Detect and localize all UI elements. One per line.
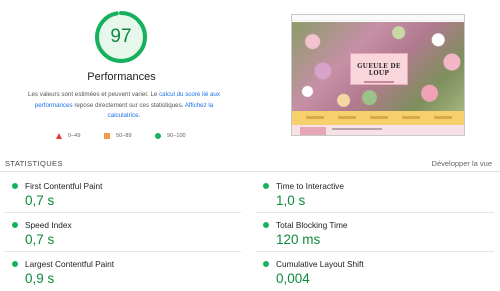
statistics-header: STATISTIQUES Développer la vue (0, 158, 500, 172)
preview-footer (292, 125, 464, 135)
description-text: Les valeurs sont estimées et peuvent var… (28, 91, 160, 98)
triangle-icon (56, 133, 62, 139)
metric-cumulative-layout-shift: Cumulative Layout Shift 0,004 (0, 252, 500, 291)
metric-name: Total Blocking Time (276, 220, 348, 230)
metric-value: 120 ms (276, 232, 321, 247)
preview-brand-card: GUEULE DE LOUP (350, 53, 408, 85)
metric-name: Time to Interactive (276, 181, 344, 191)
preview-yellow-strip (292, 111, 464, 125)
good-circle-icon (263, 261, 269, 267)
metric-name: Cumulative Layout Shift (276, 259, 364, 269)
metric-value: 1,0 s (276, 193, 306, 208)
page-screenshot-preview[interactable]: GUEULE DE LOUP (291, 14, 465, 136)
score-description: Les valeurs sont estimées et peuvent var… (18, 90, 230, 122)
good-circle-icon (263, 222, 269, 228)
preview-brand-name: GUEULE DE LOUP (357, 63, 401, 77)
description-text: repose directement sur ces statistiques. (72, 101, 185, 109)
legend-item-poor: 0–49 (56, 131, 80, 141)
statistics-label: STATISTIQUES (5, 159, 63, 168)
score-value: 97 (110, 26, 132, 47)
preview-text-line (332, 128, 382, 130)
performance-score-gauge: 97 (94, 10, 148, 64)
metric-value: 0,004 (276, 271, 310, 286)
legend-item-average: 50–89 (104, 131, 132, 141)
preview-thumbnail (300, 127, 326, 135)
legend-range: 50–89 (116, 133, 132, 139)
performance-title: Performances (87, 71, 156, 83)
expand-view-toggle[interactable]: Développer la vue (432, 159, 492, 168)
description-text: . (138, 112, 141, 119)
preview-header-bar (292, 15, 464, 21)
legend-range: 0–49 (68, 133, 81, 139)
legend-item-good: 90–100 (155, 131, 186, 141)
metric-time-to-interactive: Time to Interactive 1,0 s (0, 174, 500, 213)
score-legend: 0–49 50–89 90–100 (0, 131, 243, 141)
preview-brand-underline (364, 81, 394, 83)
circle-icon (155, 133, 161, 139)
good-circle-icon (263, 183, 269, 189)
metric-total-blocking-time: Total Blocking Time 120 ms (0, 213, 500, 252)
legend-range: 90–100 (167, 133, 186, 139)
square-icon (104, 133, 110, 139)
